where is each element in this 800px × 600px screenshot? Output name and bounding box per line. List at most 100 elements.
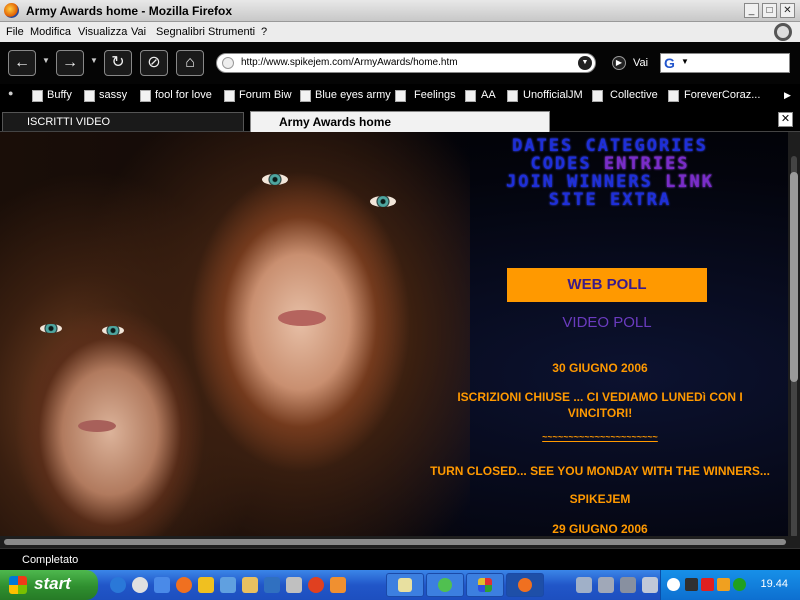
internet-explorer-icon[interactable]	[110, 577, 126, 593]
url-dropdown-icon[interactable]: ▼	[578, 56, 592, 70]
bookmark-page-icon	[465, 90, 476, 102]
bookmark-aa[interactable]: AA	[481, 89, 496, 101]
quicklaunch-app-icon[interactable]	[220, 577, 236, 593]
bookmark-sassy[interactable]: sassy	[99, 89, 127, 101]
tray-app-icon[interactable]	[685, 578, 698, 591]
url-text[interactable]: http://www.spikejem.com/ArmyAwards/home.…	[241, 57, 458, 68]
status-bar: Completato	[0, 548, 800, 570]
nav-link-link[interactable]: LINK	[665, 172, 714, 192]
bookmark-feelings[interactable]: Feelings	[414, 89, 456, 101]
window-title: Army Awards home - Mozilla Firefox	[26, 4, 233, 18]
clock: 19.44	[760, 578, 788, 590]
tray-expand-icon[interactable]	[667, 578, 680, 591]
web-poll-button[interactable]: WEB POLL	[507, 268, 707, 302]
go-arrow-icon[interactable]: ▶	[612, 56, 626, 70]
menu-strumenti[interactable]: Strumenti	[208, 26, 255, 38]
close-tab-icon[interactable]: ✕	[778, 112, 793, 127]
bookmark-unofficialjm[interactable]: UnofficialJM	[523, 89, 583, 101]
tray-app-icon[interactable]	[642, 577, 658, 593]
nav-link-extra[interactable]: EXTRA	[610, 190, 671, 210]
quicklaunch-app-icon[interactable]	[330, 577, 346, 593]
taskbar-window-button[interactable]	[426, 573, 464, 597]
nav-link-categories[interactable]: CATEGORIES	[586, 136, 708, 156]
horizontal-scrollbar[interactable]	[0, 536, 800, 548]
forward-button[interactable]: →	[56, 50, 84, 76]
reload-icon: ↻	[111, 54, 125, 71]
firefox-quicklaunch-icon[interactable]	[176, 577, 192, 593]
bookmark-fool-for-love[interactable]: fool for love	[155, 89, 212, 101]
back-arrow-icon: ←	[14, 54, 30, 71]
bookmarks-overflow-icon[interactable]: ▶	[784, 90, 791, 101]
taskbar-firefox-button[interactable]	[506, 573, 544, 597]
outlook-express-icon[interactable]	[154, 577, 170, 593]
quicklaunch-app-icon[interactable]	[286, 577, 302, 593]
menu-modifica[interactable]: Modifica	[30, 26, 71, 38]
reload-button[interactable]: ↻	[104, 50, 132, 76]
tab-army-awards-home[interactable]: Army Awards home	[250, 111, 550, 132]
home-icon: ⌂	[185, 54, 195, 71]
nav-link-dates[interactable]: DATES	[512, 136, 573, 156]
tray-app-icon[interactable]	[576, 577, 592, 593]
news-separator: ~~~~~~~~~~~~~~~~~~~~~~	[542, 432, 658, 442]
forward-history-dropdown[interactable]: ▼	[90, 56, 98, 65]
menu-vai[interactable]: Vai	[131, 26, 146, 38]
video-poll-link[interactable]: VIDEO POLL	[507, 314, 707, 331]
quicklaunch-app-icon[interactable]	[308, 577, 324, 593]
menu-file[interactable]: File	[6, 26, 24, 38]
minimize-button[interactable]: _	[744, 3, 759, 18]
bookmark-forevercoraz[interactable]: ForeverCoraz...	[684, 89, 760, 101]
header-photo	[0, 132, 470, 536]
tab-iscritti-video[interactable]: ISCRITTI VIDEO	[2, 112, 244, 131]
start-button[interactable]: start	[0, 570, 98, 600]
home-button[interactable]: ⌂	[176, 50, 204, 76]
tray-play-icon[interactable]	[733, 578, 746, 591]
taskbar: start 19.44	[0, 570, 800, 600]
messenger-icon[interactable]	[198, 577, 214, 593]
tray-app-icon[interactable]	[701, 578, 714, 591]
photo-eye	[262, 174, 288, 185]
photo-eye	[40, 324, 62, 333]
scroll-thumb[interactable]	[4, 539, 786, 545]
bookmark-buffy[interactable]: Buffy	[47, 89, 72, 101]
nav-link-site[interactable]: SITE	[549, 190, 598, 210]
menu-bar: File Modifica Visualizza Vai Segnalibri …	[0, 22, 800, 42]
go-button[interactable]: Vai	[633, 57, 648, 69]
scroll-thumb[interactable]	[790, 172, 798, 382]
site-icon	[222, 57, 234, 69]
menu-visualizza[interactable]: Visualizza	[78, 26, 127, 38]
menu-help[interactable]: ?	[261, 26, 267, 38]
search-engine-dropdown-icon[interactable]: ▼	[681, 57, 689, 66]
nav-link-codes[interactable]: CODES	[530, 154, 591, 174]
bookmark-forum-biw[interactable]: Forum Biw	[239, 89, 292, 101]
quicklaunch-app-icon[interactable]	[242, 577, 258, 593]
back-history-dropdown[interactable]: ▼	[42, 56, 50, 65]
firefox-icon	[518, 578, 532, 592]
taskbar-window-button[interactable]	[386, 573, 424, 597]
nav-link-winners[interactable]: WINNERS	[567, 172, 653, 192]
nav-link-join[interactable]: JOIN	[506, 172, 555, 192]
tray-app-icon[interactable]	[598, 577, 614, 593]
media-player-icon[interactable]	[132, 577, 148, 593]
nav-link-entries[interactable]: ENTRIES	[604, 154, 690, 174]
app-icon	[438, 578, 452, 592]
search-box[interactable]: G ▼	[660, 53, 790, 73]
photo-eye	[102, 326, 124, 335]
back-button[interactable]: ←	[8, 50, 36, 76]
stop-button[interactable]: ⊘	[140, 50, 168, 76]
bookmark-blue-eyes-army[interactable]: Blue eyes army	[315, 89, 391, 101]
notepad-icon	[398, 578, 412, 592]
tray-app-icon[interactable]	[620, 577, 636, 593]
google-icon[interactable]: G	[664, 55, 675, 71]
close-button[interactable]: ✕	[780, 3, 795, 18]
url-bar[interactable]: http://www.spikejem.com/ArmyAwards/home.…	[216, 53, 596, 73]
bookmark-page-icon	[395, 90, 406, 102]
quicklaunch-app-icon[interactable]	[264, 577, 280, 593]
bookmark-collective[interactable]: Collective	[610, 89, 658, 101]
tab-label: Army Awards home	[279, 115, 392, 129]
maximize-button[interactable]: □	[762, 3, 777, 18]
vertical-scrollbar[interactable]	[788, 132, 800, 538]
taskbar-window-button[interactable]	[466, 573, 504, 597]
tray-app-icon[interactable]	[717, 578, 730, 591]
menu-segnalibri[interactable]: Segnalibri	[156, 26, 205, 38]
bookmark-page-icon	[32, 90, 43, 102]
